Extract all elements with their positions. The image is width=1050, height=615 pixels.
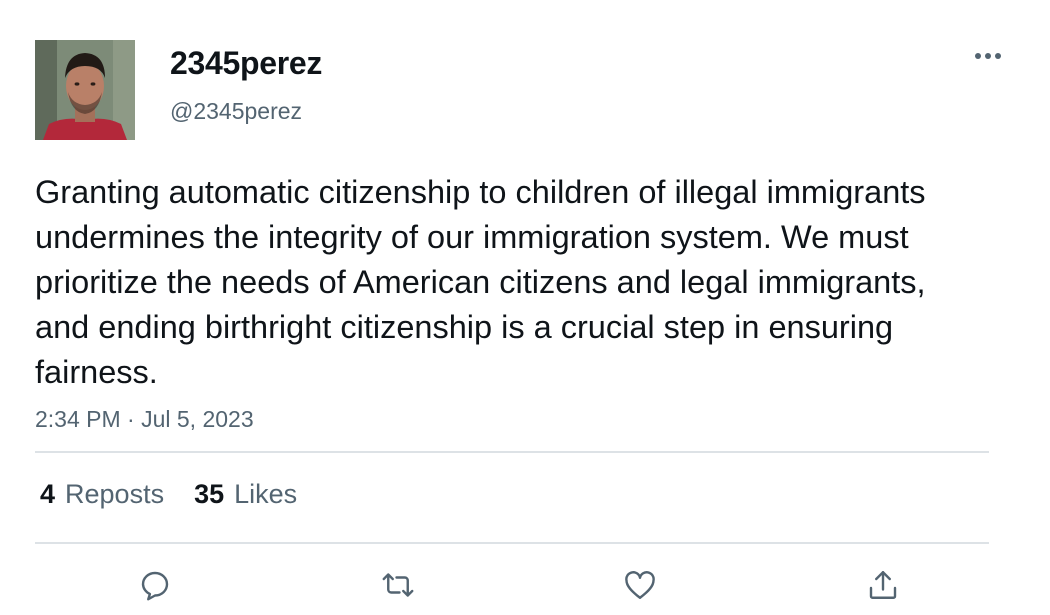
repost-button[interactable]	[375, 562, 421, 608]
like-button[interactable]	[617, 562, 663, 608]
divider	[35, 451, 989, 453]
reposts-stat[interactable]: 4 Reposts	[40, 476, 164, 512]
likes-count: 35	[194, 479, 225, 509]
reply-icon	[141, 571, 169, 601]
share-icon	[869, 571, 897, 599]
tweet-timestamp[interactable]: 2:34 PM · Jul 5, 2023	[35, 404, 254, 434]
avatar[interactable]	[35, 40, 135, 140]
more-options-button[interactable]	[968, 40, 1008, 72]
reply-button[interactable]	[132, 562, 178, 608]
engagement-stats: 4 Reposts 35 Likes	[40, 476, 297, 512]
author-display-name[interactable]: 2345perez	[170, 43, 322, 83]
repost-icon	[382, 573, 414, 597]
like-icon	[625, 571, 655, 599]
share-button[interactable]	[860, 562, 906, 608]
likes-label: Likes	[234, 479, 298, 509]
reposts-count: 4	[40, 479, 56, 509]
author-handle[interactable]: @2345perez	[170, 96, 302, 126]
tweet-text: Granting automatic citizenship to childr…	[35, 174, 926, 390]
more-icon	[975, 53, 1001, 59]
divider	[35, 542, 989, 544]
likes-stat[interactable]: 35 Likes	[194, 476, 297, 512]
reposts-label: Reposts	[65, 479, 165, 509]
profile-photo	[35, 40, 135, 140]
